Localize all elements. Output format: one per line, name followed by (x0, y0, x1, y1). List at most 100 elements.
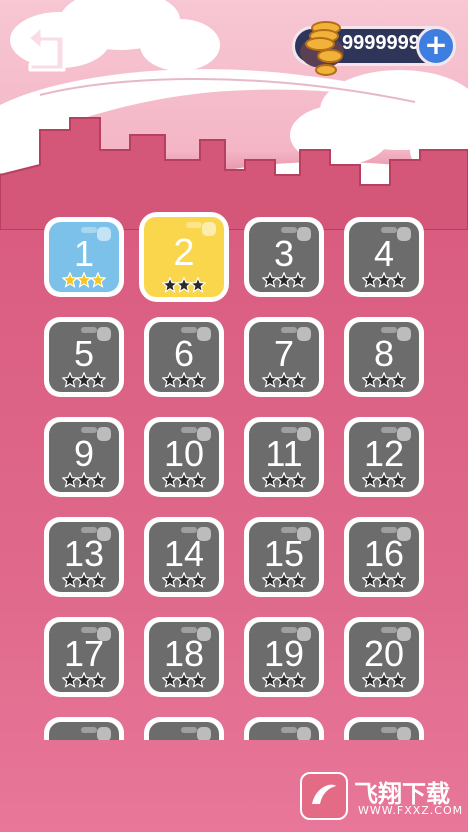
level-number: 17 (63, 633, 105, 674)
star-empty-icon (190, 372, 206, 388)
level-button-2[interactable]: 2 (139, 212, 229, 302)
level-tile-face: 17 (49, 622, 119, 692)
level-number: 5 (73, 333, 95, 374)
level-stars (49, 372, 119, 390)
level-stars (249, 572, 319, 590)
level-button-1[interactable]: 1 (44, 217, 124, 297)
level-button-13[interactable]: 13 (44, 517, 124, 597)
level-stars (149, 472, 219, 490)
level-button-3[interactable]: 3 (244, 217, 324, 297)
level-stars (149, 672, 219, 690)
level-tile-face: 18 (149, 622, 219, 692)
level-grid: 123456789101112131415161718192021222324 (0, 205, 468, 740)
back-button[interactable] (22, 20, 70, 72)
level-number: 11 (265, 433, 303, 474)
star-empty-icon (190, 672, 206, 688)
star-empty-icon (290, 272, 306, 288)
star-empty-icon (290, 372, 306, 388)
level-tile-face: 16 (349, 522, 419, 592)
level-button-16[interactable]: 16 (344, 517, 424, 597)
level-stars (49, 472, 119, 490)
level-button-6[interactable]: 6 (144, 317, 224, 397)
level-number: 1 (73, 233, 95, 274)
level-number: 18 (163, 633, 205, 674)
watermark-icon (300, 772, 348, 820)
level-button-14[interactable]: 14 (144, 517, 224, 597)
level-tile-face: 8 (349, 322, 419, 392)
level-button-20[interactable]: 20 (344, 617, 424, 697)
level-tile-face: 3 (249, 222, 319, 292)
level-button-21[interactable]: 21 (44, 717, 124, 740)
level-stars (149, 372, 219, 390)
level-tile-face: 13 (49, 522, 119, 592)
level-number: 10 (163, 433, 205, 474)
level-number: 20 (363, 633, 405, 674)
star-empty-icon (190, 277, 206, 293)
star-empty-icon (90, 472, 106, 488)
level-button-4[interactable]: 4 (344, 217, 424, 297)
level-number: 21 (49, 734, 119, 741)
level-tile-face: 14 (149, 522, 219, 592)
level-tile-face: 5 (49, 322, 119, 392)
level-stars (249, 372, 319, 390)
level-button-22[interactable]: 22 (144, 717, 224, 740)
level-tile-face: 6 (149, 322, 219, 392)
level-button-5[interactable]: 5 (44, 317, 124, 397)
star-empty-icon (390, 672, 406, 688)
level-number: 3 (273, 233, 295, 274)
level-button-8[interactable]: 8 (344, 317, 424, 397)
level-stars (249, 672, 319, 690)
back-arrow-icon (26, 24, 66, 72)
level-number: 9 (73, 433, 95, 474)
star-empty-icon (390, 272, 406, 288)
level-stars (49, 572, 119, 590)
level-button-9[interactable]: 9 (44, 417, 124, 497)
star-empty-icon (390, 372, 406, 388)
level-button-19[interactable]: 19 (244, 617, 324, 697)
level-number: 23 (249, 734, 319, 741)
level-number: 12 (363, 433, 405, 474)
level-number: 6 (173, 333, 195, 374)
level-number: 13 (63, 533, 105, 574)
level-button-7[interactable]: 7 (244, 317, 324, 397)
level-tile-face: 10 (149, 422, 219, 492)
level-button-12[interactable]: 12 (344, 417, 424, 497)
level-button-11[interactable]: 11 (244, 417, 324, 497)
star-empty-icon (90, 572, 106, 588)
plus-icon: + (424, 28, 448, 61)
star-earned-icon (90, 272, 106, 288)
level-tile-face: 4 (349, 222, 419, 292)
level-tile-face: 1 (49, 222, 119, 292)
level-tile-face: 24 (349, 722, 419, 740)
watermark-logo: 飞翔下载 WWW.FXXZ.COM (300, 772, 462, 824)
level-button-15[interactable]: 15 (244, 517, 324, 597)
level-number: 8 (373, 333, 395, 374)
level-button-24[interactable]: 24 (344, 717, 424, 740)
level-button-23[interactable]: 23 (244, 717, 324, 740)
star-empty-icon (190, 572, 206, 588)
star-empty-icon (390, 472, 406, 488)
level-tile-face: 21 (49, 722, 119, 740)
level-tile-face: 23 (249, 722, 319, 740)
star-empty-icon (290, 572, 306, 588)
add-coins-button[interactable]: + (416, 26, 456, 66)
level-tile-face: 11 (249, 422, 319, 492)
level-tile-face: 15 (249, 522, 319, 592)
star-empty-icon (290, 672, 306, 688)
coin-count: 9999999 (342, 32, 420, 54)
level-tile-face: 19 (249, 622, 319, 692)
level-tile-face: 9 (49, 422, 119, 492)
level-number: 16 (363, 533, 405, 574)
level-number: 24 (349, 734, 419, 741)
level-button-17[interactable]: 17 (44, 617, 124, 697)
level-stars (149, 572, 219, 590)
level-select-screen: 9999999 + 1 2 3 4 5 6 7 8 9 10 11 12 13 14 15 16 17 18 19 2… (0, 0, 468, 832)
level-number: 14 (163, 533, 205, 574)
star-empty-icon (90, 372, 106, 388)
level-button-18[interactable]: 18 (144, 617, 224, 697)
level-tile-face: 7 (249, 322, 319, 392)
level-stars (49, 672, 119, 690)
level-button-10[interactable]: 10 (144, 417, 224, 497)
level-stars (349, 472, 419, 490)
level-stars (349, 572, 419, 590)
